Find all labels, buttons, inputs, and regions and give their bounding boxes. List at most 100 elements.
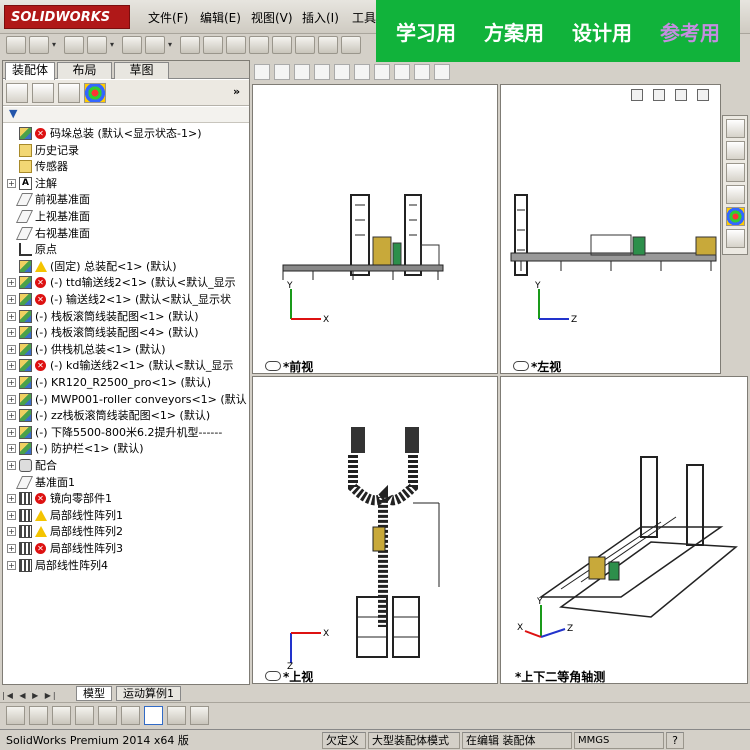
expand-icon[interactable]: + bbox=[7, 328, 16, 338]
menu-tools[interactable]: 工具 bbox=[352, 9, 376, 26]
lines-icon[interactable] bbox=[75, 706, 94, 725]
view-settings-icon[interactable] bbox=[434, 64, 450, 80]
tab-sketch[interactable]: 草图 bbox=[114, 62, 169, 79]
single-view-icon[interactable] bbox=[121, 706, 140, 725]
exploded-view-icon[interactable] bbox=[341, 36, 361, 54]
tree-item[interactable]: + (-) 供栈机总装<1> (默认) bbox=[3, 341, 249, 358]
viewport-tile-icon[interactable] bbox=[653, 89, 665, 101]
property-manager-icon[interactable] bbox=[32, 83, 54, 103]
tree-item[interactable]: 基准面1 bbox=[3, 474, 249, 491]
tree-item[interactable]: + ✕ 镜向零部件1 bbox=[3, 490, 249, 507]
two-view-vertical-icon[interactable] bbox=[190, 706, 209, 725]
tree-item[interactable]: + (-) zz栈板滚筒线装配图<1> (默认) bbox=[3, 407, 249, 424]
solidworks-resources-icon[interactable] bbox=[726, 119, 745, 138]
viewport-restore-icon[interactable] bbox=[631, 89, 643, 101]
menu-edit[interactable]: 编辑(E) bbox=[200, 9, 241, 26]
shaded-icon[interactable] bbox=[52, 706, 71, 725]
open-icon[interactable] bbox=[29, 36, 49, 54]
expand-icon[interactable]: + bbox=[7, 494, 16, 504]
expand-icon[interactable]: + bbox=[7, 344, 16, 354]
collapse-panel-icon[interactable]: » bbox=[233, 85, 240, 98]
tree-item[interactable]: 右视基准面 bbox=[3, 225, 249, 242]
viewport-left[interactable]: Y Z *左视 bbox=[500, 84, 721, 374]
view-palette-icon[interactable] bbox=[726, 185, 745, 204]
four-view-icon[interactable] bbox=[144, 706, 163, 725]
expand-icon[interactable]: + bbox=[7, 427, 16, 437]
dropdown-arrow-icon[interactable]: ▾ bbox=[52, 36, 61, 54]
menu-insert[interactable]: 插入(I) bbox=[302, 9, 339, 26]
tree-item[interactable]: + (-) 栈板滚筒线装配图<4> (默认) bbox=[3, 324, 249, 341]
expand-icon[interactable]: + bbox=[7, 311, 16, 321]
tree-item[interactable]: 历史记录 bbox=[3, 142, 249, 159]
tree-item[interactable]: + 局部线性阵列2 bbox=[3, 523, 249, 540]
expand-icon[interactable]: + bbox=[7, 544, 16, 553]
edit-component-icon[interactable] bbox=[64, 36, 84, 54]
tree-item[interactable]: + (-) 栈板滚筒线装配图<1> (默认) bbox=[3, 308, 249, 325]
tree-item[interactable]: + (-) 下降5500-800米6.2提升机型------ bbox=[3, 424, 249, 441]
expand-icon[interactable]: + bbox=[7, 378, 16, 387]
expand-icon[interactable]: + bbox=[7, 278, 16, 288]
tab-layout[interactable]: 布局 bbox=[57, 62, 112, 79]
expand-icon[interactable]: + bbox=[7, 411, 16, 421]
zoom-to-fit-icon[interactable] bbox=[254, 64, 270, 80]
zoom-to-area-icon[interactable] bbox=[274, 64, 290, 80]
insert-component-icon[interactable] bbox=[87, 36, 107, 54]
new-document-icon[interactable] bbox=[6, 36, 26, 54]
linear-pattern-icon[interactable] bbox=[145, 36, 165, 54]
menu-view[interactable]: 视图(V) bbox=[251, 9, 293, 26]
mate-icon[interactable] bbox=[122, 36, 142, 54]
tree-item[interactable]: + (-) KR120_R2500_pro<1> (默认) bbox=[3, 374, 249, 391]
solidworks-logo[interactable]: SOLIDWORKS bbox=[4, 5, 130, 29]
status-units[interactable]: MMGS bbox=[574, 732, 664, 749]
viewport-front[interactable]: Y X *前视 bbox=[252, 84, 498, 374]
smart-fasteners-icon[interactable] bbox=[180, 36, 200, 54]
two-view-horizontal-icon[interactable] bbox=[167, 706, 186, 725]
tree-item[interactable]: + (-) 防护栏<1> (默认) bbox=[3, 440, 249, 457]
file-explorer-icon[interactable] bbox=[726, 163, 745, 182]
view-orientation-icon[interactable] bbox=[334, 64, 350, 80]
previous-view-icon[interactable] bbox=[294, 64, 310, 80]
tree-item[interactable]: + ✕ (-) 输送线2<1> (默认<默认_显示状 bbox=[3, 291, 249, 308]
edit-appearance-icon[interactable] bbox=[394, 64, 410, 80]
viewport-top[interactable]: X Z *上视 bbox=[252, 376, 498, 684]
menu-file[interactable]: 文件(F) bbox=[148, 9, 188, 26]
expand-icon[interactable]: + bbox=[7, 295, 16, 304]
tree-item[interactable]: 前视基准面 bbox=[3, 191, 249, 208]
apply-scene-icon[interactable] bbox=[414, 64, 430, 80]
filter-icon[interactable]: ▼ bbox=[9, 107, 17, 120]
configuration-manager-icon[interactable] bbox=[58, 83, 80, 103]
tab-motion-study-1[interactable]: 运动算例1 bbox=[116, 686, 181, 701]
expand-icon[interactable]: + bbox=[7, 361, 16, 371]
move-component-icon[interactable] bbox=[203, 36, 223, 54]
section-view-icon[interactable] bbox=[314, 64, 330, 80]
expand-icon[interactable]: + bbox=[7, 444, 16, 454]
link-views-icon[interactable] bbox=[513, 361, 529, 371]
tree-item[interactable]: 上视基准面 bbox=[3, 208, 249, 225]
tree-item[interactable]: + (-) MWP001-roller conveyors<1> (默认 bbox=[3, 391, 249, 408]
appearances-icon[interactable] bbox=[726, 207, 745, 226]
tree-item[interactable]: + 局部线性阵列1 bbox=[3, 507, 249, 524]
expand-icon[interactable]: + bbox=[7, 178, 16, 188]
link-views-icon[interactable] bbox=[265, 361, 281, 371]
expand-icon[interactable]: + bbox=[7, 461, 16, 470]
viewport-maximize-icon[interactable] bbox=[697, 89, 709, 101]
tree-item[interactable]: + ✕ 局部线性阵列3 bbox=[3, 540, 249, 557]
tab-model[interactable]: 模型 bbox=[76, 686, 112, 701]
dropdown-arrow-icon[interactable]: ▾ bbox=[110, 36, 119, 54]
tree-item[interactable]: + ✕ (-) kd输送线2<1> (默认<默认_显示 bbox=[3, 357, 249, 374]
tree-item[interactable]: + 配合 bbox=[3, 457, 249, 474]
custom-properties-icon[interactable] bbox=[726, 229, 745, 248]
help-icon[interactable]: ? bbox=[666, 732, 684, 749]
expand-icon[interactable]: + bbox=[7, 510, 16, 520]
tree-item[interactable]: 传感器 bbox=[3, 158, 249, 175]
expand-icon[interactable]: + bbox=[7, 560, 16, 570]
feature-manager-icon[interactable] bbox=[6, 83, 28, 103]
tab-assembly[interactable]: 装配体 bbox=[5, 62, 55, 80]
show-hidden-icon[interactable] bbox=[226, 36, 246, 54]
viewport-link-icon[interactable] bbox=[675, 89, 687, 101]
tab-scroll-arrows[interactable]: |◀ ◀ ▶ ▶| bbox=[2, 688, 72, 700]
dropdown-arrow-icon[interactable]: ▾ bbox=[168, 36, 177, 54]
display-style-icon[interactable] bbox=[354, 64, 370, 80]
tree-item[interactable]: + A 注解 bbox=[3, 175, 249, 192]
tree-item[interactable]: + 局部线性阵列4 bbox=[3, 557, 249, 574]
